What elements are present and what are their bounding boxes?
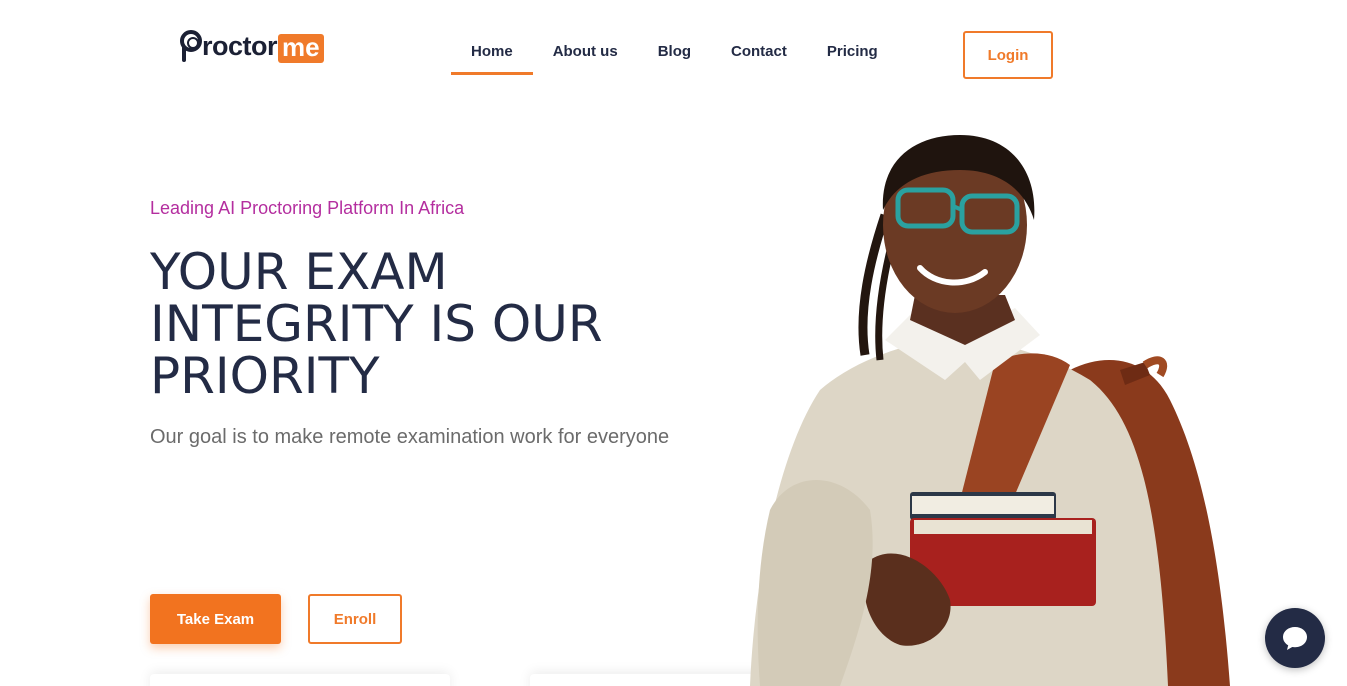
nav-item-pricing[interactable]: Pricing [807, 33, 898, 75]
student-hero-image [750, 135, 1230, 686]
brand-logo[interactable]: roctor me [180, 28, 324, 64]
nav-item-about[interactable]: About us [533, 33, 638, 75]
nav-item-home[interactable]: Home [451, 33, 533, 75]
enroll-button[interactable]: Enroll [308, 594, 402, 644]
brand-name: roctor [202, 31, 278, 61]
nav-item-contact[interactable]: Contact [711, 33, 807, 75]
chat-bubble-icon [1283, 627, 1307, 650]
feature-card [150, 674, 450, 686]
chat-widget-button[interactable] [1265, 608, 1325, 668]
hero-subtext: Our goal is to make remote examination w… [150, 426, 670, 448]
hero-tagline: Leading AI Proctoring Platform In Africa [150, 198, 465, 218]
nav-item-blog[interactable]: Blog [638, 33, 711, 75]
brand-accent: me [278, 34, 324, 63]
proctor-eye-icon [180, 30, 202, 62]
take-exam-button[interactable]: Take Exam [150, 594, 281, 644]
hero-headline: YOUR EXAM INTEGRITY IS OUR PRIORITY [150, 243, 603, 405]
main-nav: Home About us Blog Contact Pricing [451, 33, 898, 75]
login-button[interactable]: Login [963, 31, 1053, 79]
